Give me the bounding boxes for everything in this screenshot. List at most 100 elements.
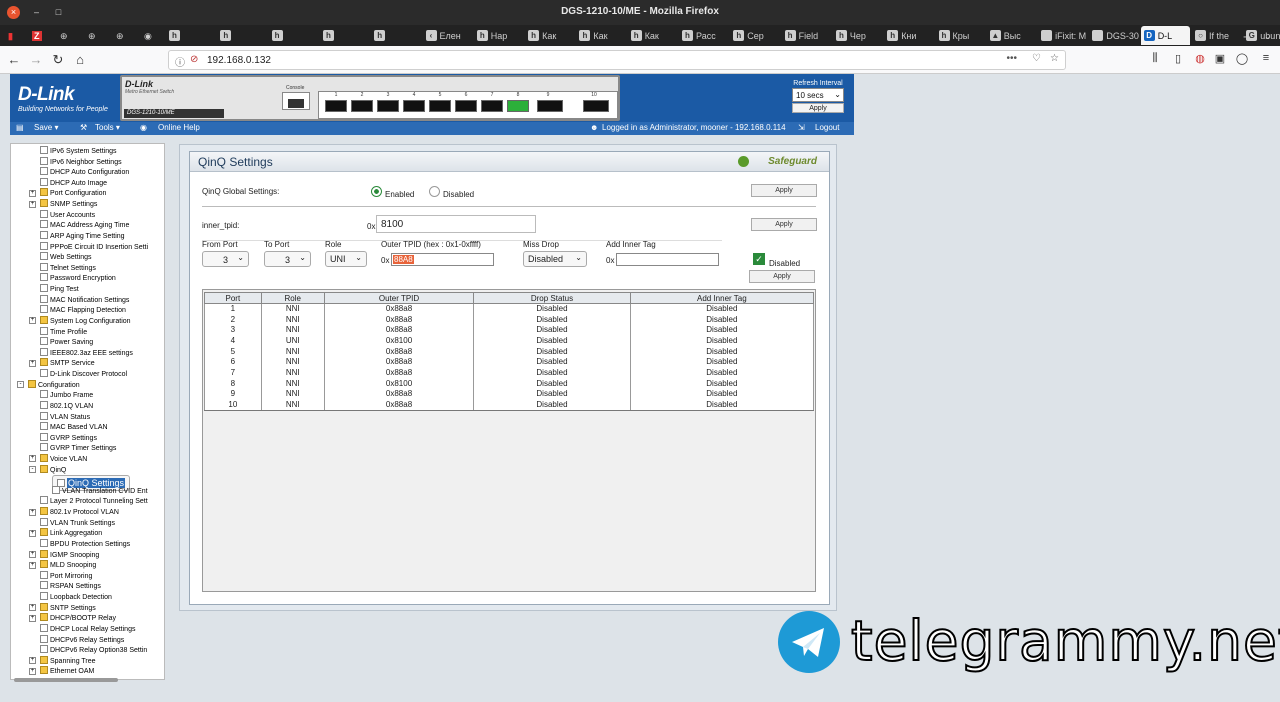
enabled-radio[interactable]: [371, 186, 382, 197]
tree-expander-icon[interactable]: +: [29, 604, 36, 612]
pocket-icon[interactable]: ♡: [1032, 53, 1041, 64]
global-apply-button[interactable]: Apply: [751, 184, 817, 197]
tree-item[interactable]: GVRP Settings: [40, 432, 97, 443]
tab-list-icon[interactable]: ⌄: [1262, 26, 1278, 45]
browser-tab[interactable]: h Нар: [474, 26, 523, 45]
tree-expander-icon[interactable]: -: [17, 381, 24, 389]
home-button[interactable]: ⌂: [72, 52, 88, 67]
miss-drop-select[interactable]: Disabled ⌄: [523, 251, 587, 267]
tree-expander-icon[interactable]: +: [29, 189, 36, 197]
tree-item[interactable]: DHCP Local Relay Settings: [40, 623, 135, 634]
tree-item[interactable]: MAC Address Aging Time: [40, 220, 129, 230]
tree-item[interactable]: SMTP Service: [40, 358, 95, 368]
refresh-interval-select[interactable]: 10 secs ⌄: [792, 88, 844, 102]
logout-link[interactable]: Logout: [815, 123, 839, 132]
tree-item[interactable]: DHCP Auto Image: [40, 177, 107, 188]
tree-expander-icon[interactable]: +: [29, 657, 36, 665]
tree-item[interactable]: DHCPv6 Relay Settings: [40, 634, 124, 645]
tree-item[interactable]: D-Link Discover Protocol: [40, 369, 127, 379]
info-icon[interactable]: ⓘ: [175, 54, 185, 69]
browser-tab[interactable]: h: [371, 26, 420, 45]
inner-tpid-apply-button[interactable]: Apply: [751, 218, 817, 231]
browser-tab[interactable]: h Расс: [679, 26, 728, 45]
tree-item[interactable]: VLAN Translation CVID Ent: [52, 485, 148, 496]
tree-item[interactable]: Link Aggregation: [40, 528, 102, 538]
tree-item[interactable]: DHCPv6 Relay Option38 Settin: [40, 645, 147, 655]
url-bar[interactable]: ⓘ ⊘ 192.168.0.132 ••• ♡ ☆: [168, 50, 1066, 70]
tree-expander-icon[interactable]: +: [29, 614, 36, 622]
account-icon[interactable]: ◯: [1234, 52, 1250, 65]
tree-item[interactable]: IPv6 Neighbor Settings: [40, 156, 122, 167]
browser-tab[interactable]: DGS-300: [1089, 26, 1139, 45]
browser-tab[interactable]: h Сер: [730, 26, 779, 45]
tree-item[interactable]: MAC Notification Settings: [40, 294, 129, 305]
reload-button[interactable]: ↻: [50, 52, 66, 68]
back-button[interactable]: ←: [6, 52, 22, 67]
tree-item[interactable]: Spanning Tree: [40, 655, 96, 666]
tree-item[interactable]: DHCP Auto Configuration: [40, 167, 129, 177]
browser-tab[interactable]: h Как: [576, 26, 625, 45]
tree-expander-icon[interactable]: +: [29, 667, 36, 675]
inner-tag-checkbox[interactable]: ✓: [753, 253, 765, 265]
outer-tpid-input[interactable]: 88A8: [391, 253, 494, 266]
tree-item[interactable]: Ping Test: [40, 284, 79, 294]
save-menu[interactable]: Save ▾: [34, 123, 58, 132]
forward-button[interactable]: →: [28, 52, 44, 67]
tree-expander-icon[interactable]: -: [29, 466, 36, 474]
tree-item[interactable]: 802.1Q VLAN: [40, 400, 93, 411]
role-select[interactable]: UNI ⌄: [325, 251, 367, 267]
library-icon[interactable]: ⫼: [1147, 52, 1163, 65]
tree-item[interactable]: MAC Flapping Detection: [40, 305, 126, 315]
tree-item[interactable]: Power Saving: [40, 337, 93, 347]
tree-item[interactable]: ARP Aging Time Setting: [40, 230, 125, 241]
tree-expander-icon[interactable]: +: [29, 529, 36, 537]
tree-item[interactable]: VLAN Trunk Settings: [40, 517, 115, 528]
tree-horizontal-scrollbar[interactable]: [14, 678, 118, 682]
tree-item[interactable]: Ethernet OAM: [40, 666, 94, 676]
browser-tab[interactable]: ○ If the: [1192, 26, 1241, 45]
pinned-tab-3[interactable]: ⊕: [56, 26, 78, 45]
tree-expander-icon[interactable]: +: [29, 508, 36, 516]
tree-item[interactable]: DHCP/BOOTP Relay: [40, 613, 116, 623]
tree-expander-icon[interactable]: +: [29, 359, 36, 367]
browser-tab[interactable]: h Как: [525, 26, 574, 45]
tree-item[interactable]: VLAN Status: [40, 411, 90, 422]
tree-item[interactable]: Password Encryption: [40, 273, 116, 283]
tree-item[interactable]: Configuration: [28, 379, 80, 390]
tree-item[interactable]: Web Settings: [40, 252, 92, 262]
tree-item[interactable]: RSPAN Settings: [40, 581, 101, 591]
browser-tab[interactable]: h Кни: [884, 26, 933, 45]
tree-item[interactable]: MLD Snooping: [40, 560, 96, 570]
tree-item[interactable]: Telnet Settings: [40, 262, 96, 273]
tree-item[interactable]: PPPoE Circuit ID Insertion Setti: [40, 241, 148, 252]
tree-expander-icon[interactable]: +: [29, 317, 36, 325]
disabled-radio[interactable]: [429, 186, 440, 197]
browser-tab[interactable]: h: [217, 26, 266, 45]
tree-item[interactable]: Jumbo Frame: [40, 390, 93, 400]
from-port-select[interactable]: 3 ⌄: [202, 251, 249, 267]
tree-item[interactable]: System Log Configuration: [40, 315, 131, 326]
sidebar-icon[interactable]: ▯: [1170, 52, 1186, 65]
bookmark-star-icon[interactable]: ☆: [1050, 53, 1059, 64]
browser-tab[interactable]: ‹ Елен: [423, 26, 472, 45]
tree-item[interactable]: QinQ: [40, 464, 66, 475]
tree-expander-icon[interactable]: +: [29, 551, 36, 559]
tree-expander-icon[interactable]: +: [29, 200, 36, 208]
tree-item[interactable]: Port Configuration: [40, 188, 106, 198]
refresh-apply-button[interactable]: Apply: [792, 103, 844, 113]
browser-tab[interactable]: h Как: [628, 26, 677, 45]
browser-tab[interactable]: h Field: [782, 26, 831, 45]
tree-item[interactable]: Time Profile: [40, 326, 87, 337]
menu-icon[interactable]: ≡: [1258, 52, 1274, 64]
tree-item[interactable]: Port Mirroring: [40, 570, 92, 581]
add-inner-tag-input[interactable]: [616, 253, 719, 266]
browser-tab[interactable]: h: [166, 26, 215, 45]
port-apply-button[interactable]: Apply: [749, 270, 815, 283]
to-port-select[interactable]: 3 ⌄: [264, 251, 311, 267]
tree-item[interactable]: User Accounts: [40, 209, 95, 220]
tools-menu[interactable]: Tools ▾: [95, 123, 120, 132]
browser-tab[interactable]: h: [269, 26, 318, 45]
tree-item[interactable]: SNMP Settings: [40, 199, 97, 209]
pinned-tab-2[interactable]: Z: [28, 26, 50, 45]
tree-item[interactable]: GVRP Timer Settings: [40, 443, 116, 453]
